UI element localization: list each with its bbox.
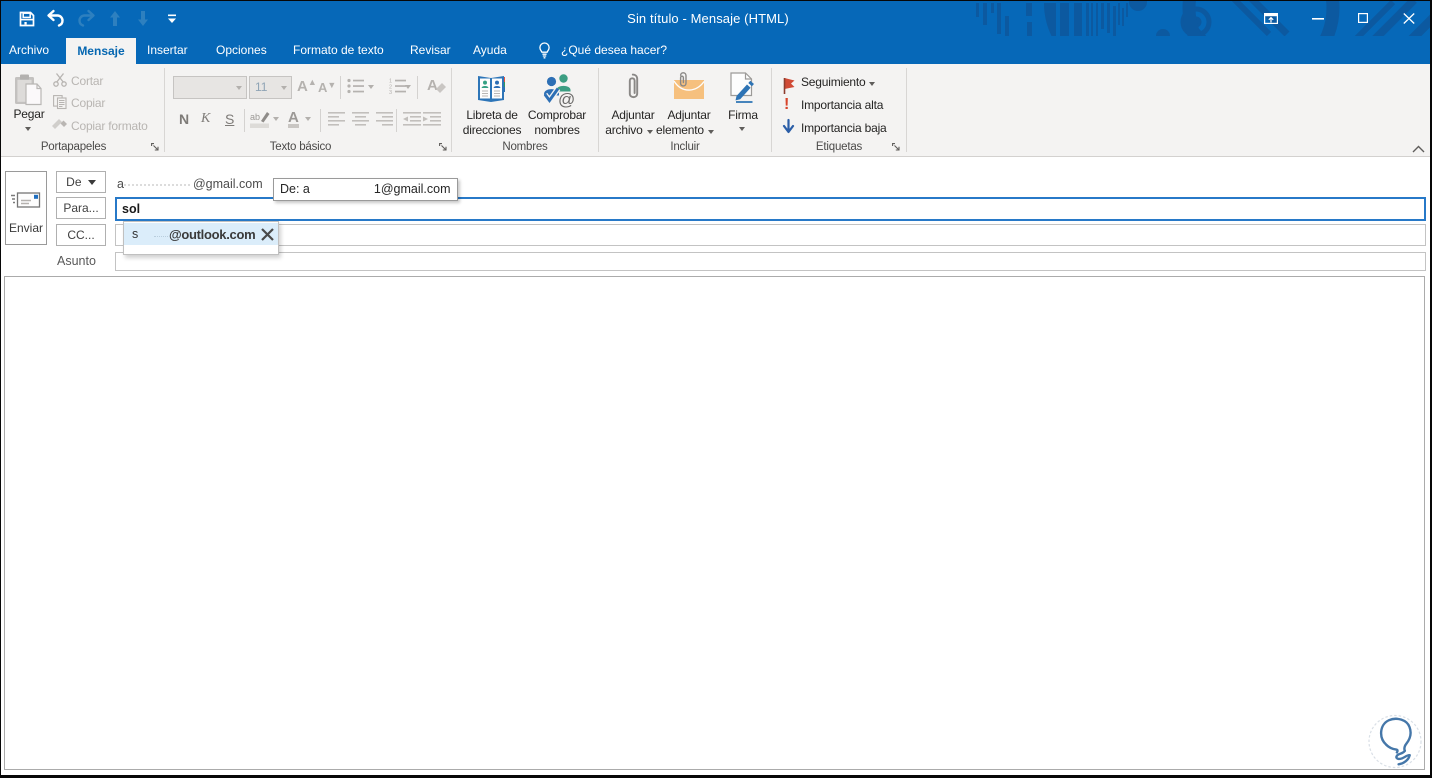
svg-text:ab: ab <box>250 112 260 122</box>
svg-text:3: 3 <box>389 90 392 96</box>
svg-text:@: @ <box>558 90 575 109</box>
